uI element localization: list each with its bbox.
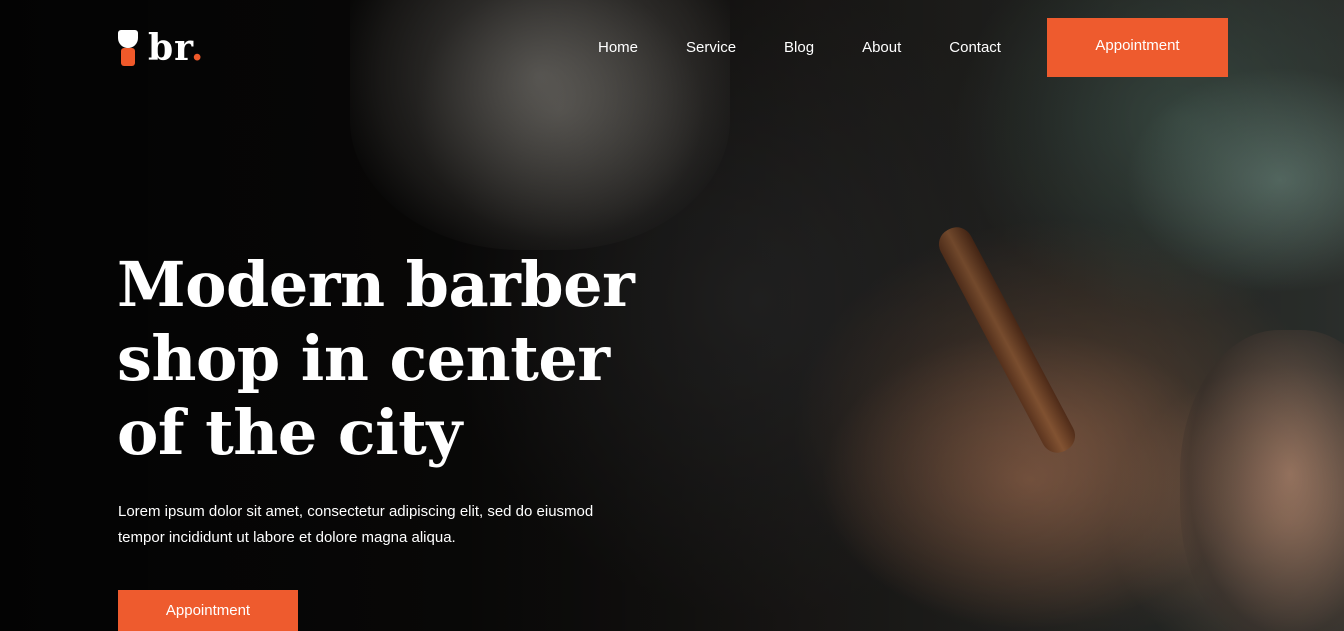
hero-appointment-button[interactable]: Appointment [118, 590, 298, 631]
main-nav: Home Service Blog About Contact [598, 38, 1001, 58]
shaving-brush-icon [116, 28, 140, 68]
hero-headline-line: shop in center [117, 322, 610, 395]
hero-headline-line: of the city [117, 396, 462, 469]
hero-headline: Modern barber shop in center of the city [117, 248, 677, 470]
hero-description: Lorem ipsum dolor sit amet, consectetur … [118, 499, 638, 551]
nav-home[interactable]: Home [598, 38, 638, 58]
nav-contact[interactable]: Contact [949, 38, 1001, 58]
nav-blog[interactable]: Blog [784, 38, 814, 58]
hero-description-line: tempor incididunt ut labore et dolore ma… [118, 529, 456, 546]
logo[interactable]: br. [116, 26, 204, 70]
logo-dot: . [190, 27, 205, 69]
hero-description-line: Lorem ipsum dolor sit amet, consectetur … [118, 503, 594, 520]
nav-service[interactable]: Service [686, 38, 736, 58]
logo-text: br. [148, 27, 204, 69]
nav-about[interactable]: About [862, 38, 901, 58]
hero-headline-line: Modern barber [117, 248, 635, 321]
logo-text-main: br [148, 27, 191, 69]
header-appointment-button[interactable]: Appointment [1047, 18, 1228, 77]
